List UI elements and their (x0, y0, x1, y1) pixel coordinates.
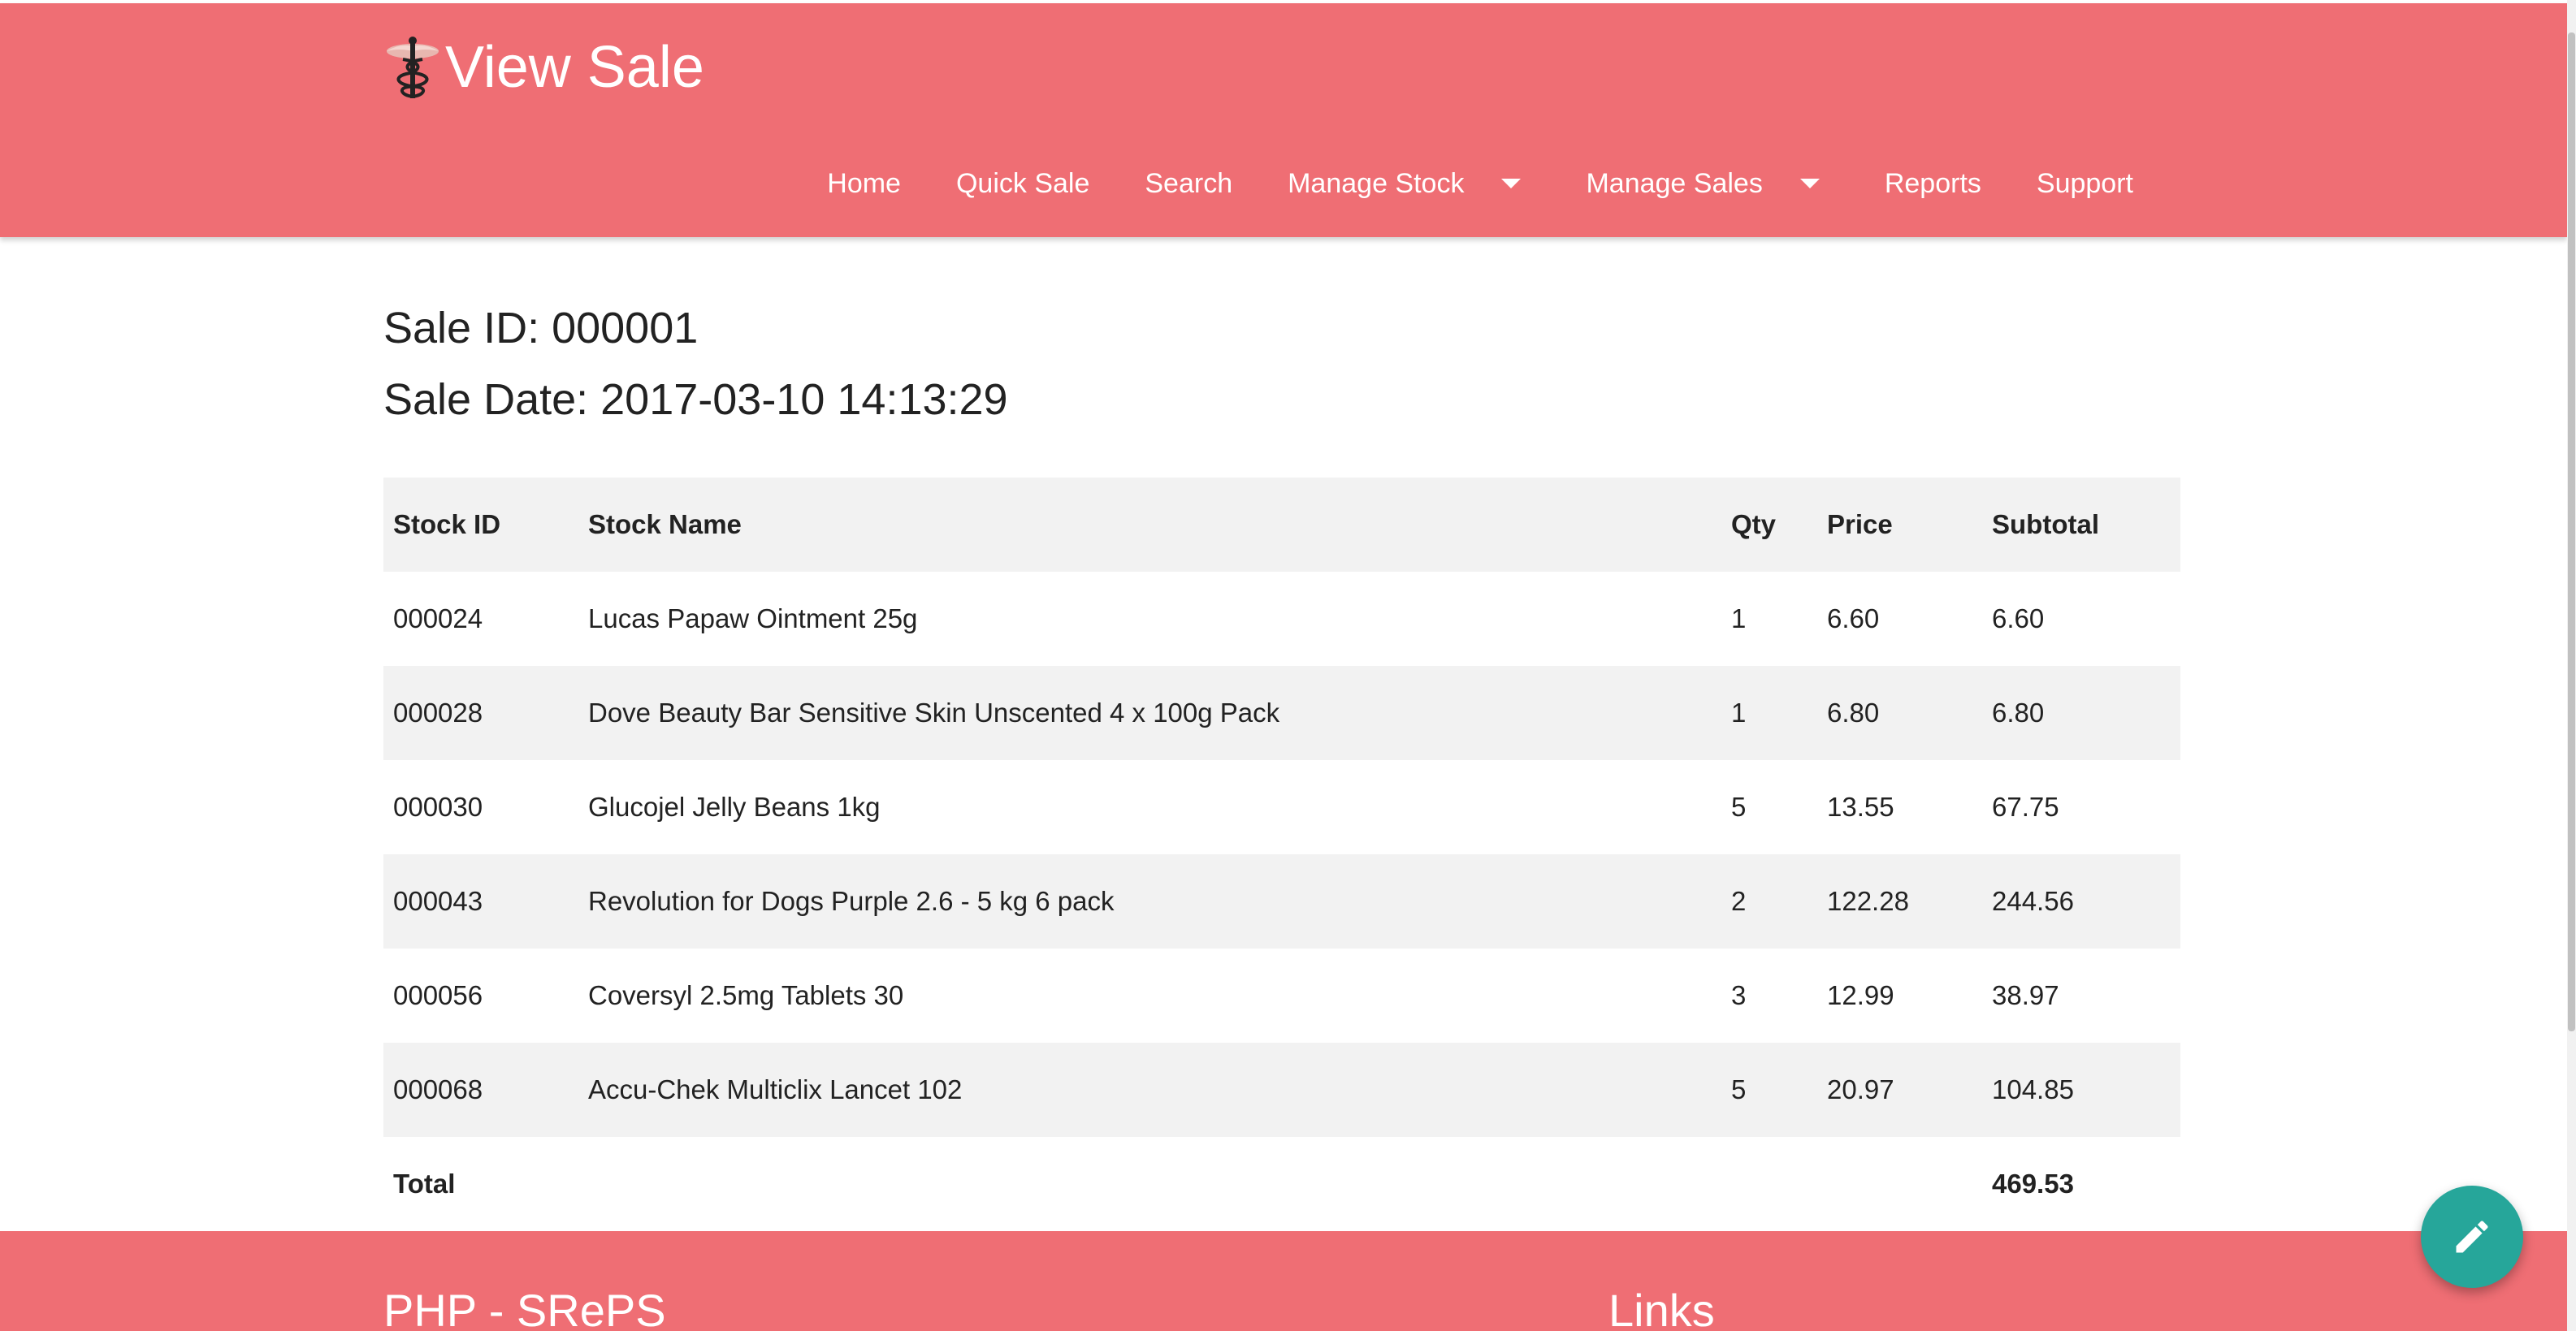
cell-stock-name: Coversyl 2.5mg Tablets 30 (588, 980, 904, 1010)
cell-qty: 1 (1721, 666, 1817, 760)
cell-subtotal: 38.97 (1992, 980, 2059, 1010)
nav-search[interactable]: Search (1117, 168, 1260, 200)
caret-down-icon (1501, 179, 1522, 188)
scrollbar-thumb[interactable] (2568, 32, 2575, 1031)
sale-id: Sale ID: 000001 (383, 304, 699, 352)
table-row: 000028 Dove Beauty Bar Sensitive Skin Un… (383, 666, 2180, 760)
cell-qty: 3 (1731, 980, 1747, 1010)
column-header-qty: Qty (1721, 478, 1817, 572)
table-row: 000043 Revolution for Dogs Purple 2.6 - … (383, 854, 2180, 949)
footer-links-title: Links (1608, 1285, 1715, 1331)
cell-stock-name: Accu-Chek Multiclix Lancet 102 (578, 1043, 1721, 1137)
edit-fab-button[interactable] (2421, 1186, 2523, 1288)
table-row: 000068 Accu-Chek Multiclix Lancet 102 5 … (383, 1043, 2180, 1137)
app-header: View Sale Home Quick Sale Search Manage … (0, 3, 2567, 237)
cell-stock-name: Lucas Papaw Ointment 25g (588, 603, 918, 633)
cell-price: 12.99 (1827, 980, 1894, 1010)
cell-qty: 5 (1721, 1043, 1817, 1137)
cell-stock-name: Dove Beauty Bar Sensitive Skin Unscented… (578, 666, 1721, 760)
nav-home-label: Home (827, 167, 901, 199)
column-header-price: Price (1817, 478, 1982, 572)
cell-stock-name: Revolution for Dogs Purple 2.6 - 5 kg 6 … (578, 854, 1721, 949)
cell-price: 13.55 (1827, 792, 1894, 822)
table-row: 000056 Coversyl 2.5mg Tablets 30 3 12.99… (383, 949, 2180, 1043)
nav-manage-sales[interactable]: Manage Sales (1558, 168, 1856, 200)
table-header-row: Stock ID Stock Name Qty Price Subtotal (383, 478, 2180, 572)
caret-down-icon (1799, 179, 1820, 188)
empty-cell (578, 1137, 1721, 1231)
cell-subtotal: 6.60 (1992, 603, 2045, 633)
nav-support[interactable]: Support (2009, 168, 2161, 200)
cell-qty: 2 (1721, 854, 1817, 949)
nav-support-label: Support (2036, 167, 2133, 199)
cell-qty: 5 (1731, 792, 1747, 822)
table-row: 000024 Lucas Papaw Ointment 25g 1 6.60 6… (383, 572, 2180, 666)
column-header-stock-name: Stock Name (578, 478, 1721, 572)
total-label: Total (383, 1137, 578, 1231)
cell-price: 20.97 (1817, 1043, 1982, 1137)
nav-quick-sale-label: Quick Sale (955, 167, 1090, 199)
cell-price: 6.80 (1817, 666, 1982, 760)
cell-stock-id: 000056 (393, 980, 483, 1010)
brand[interactable]: View Sale (382, 23, 704, 112)
footer-app-title: PHP - SRePS (383, 1285, 666, 1331)
empty-cell (1721, 1137, 1817, 1231)
cell-stock-id: 000024 (393, 603, 483, 633)
nav-search-label: Search (1145, 167, 1233, 199)
caduceus-icon (387, 37, 439, 98)
cell-stock-name: Glucojel Jelly Beans 1kg (588, 792, 881, 822)
total-value: 469.53 (1982, 1137, 2180, 1231)
cell-stock-id: 000030 (393, 792, 483, 822)
cell-subtotal: 244.56 (1982, 854, 2180, 949)
cell-qty: 1 (1731, 603, 1747, 633)
nav-manage-stock-label: Manage Stock (1288, 167, 1465, 199)
cell-price: 122.28 (1817, 854, 1982, 949)
page-footer: PHP - SRePS Links (0, 1231, 2576, 1331)
sale-date: Sale Date: 2017-03-10 14:13:29 (383, 375, 1008, 424)
cell-subtotal: 104.85 (1982, 1043, 2180, 1137)
cell-subtotal: 67.75 (1992, 792, 2059, 822)
cell-stock-id: 000068 (383, 1043, 578, 1137)
main-nav: Home Quick Sale Search Manage Stock Mana… (799, 151, 2161, 216)
column-header-stock-id: Stock ID (383, 478, 578, 572)
sale-items-table: Stock ID Stock Name Qty Price Subtotal 0… (383, 478, 2180, 1231)
cell-stock-id: 000043 (383, 854, 578, 949)
column-header-subtotal: Subtotal (1982, 478, 2180, 572)
nav-manage-stock[interactable]: Manage Stock (1260, 168, 1558, 200)
table-total-row: Total 469.53 (383, 1137, 2180, 1231)
main-content: Sale ID: 000001 Sale Date: 2017-03-10 14… (383, 292, 2180, 1231)
page: View Sale Home Quick Sale Search Manage … (0, 0, 2576, 1331)
nav-home[interactable]: Home (799, 168, 929, 200)
nav-reports[interactable]: Reports (1857, 168, 2009, 200)
cell-subtotal: 6.80 (1982, 666, 2180, 760)
page-title: View Sale (445, 35, 704, 100)
nav-reports-label: Reports (1884, 167, 1981, 199)
cell-stock-id: 000028 (383, 666, 578, 760)
empty-cell (1817, 1137, 1982, 1231)
nav-manage-sales-label: Manage Sales (1586, 167, 1763, 199)
nav-quick-sale[interactable]: Quick Sale (929, 168, 1117, 200)
table-row: 000030 Glucojel Jelly Beans 1kg 5 13.55 … (383, 760, 2180, 854)
pencil-icon (2456, 1221, 2488, 1253)
cell-price: 6.60 (1827, 603, 1880, 633)
